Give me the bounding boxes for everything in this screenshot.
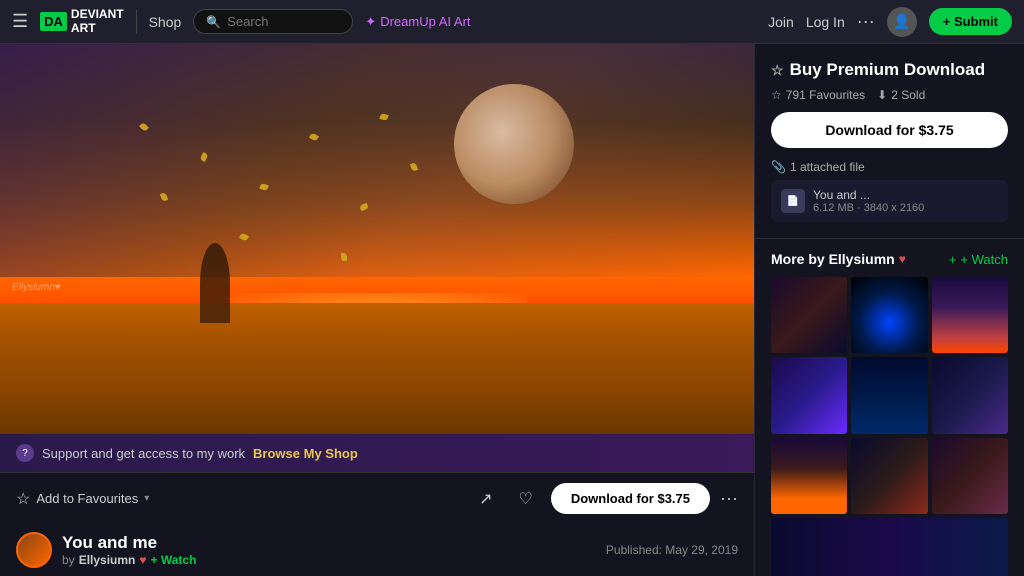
more-options-icon[interactable]: ··· xyxy=(857,11,875,32)
author-subtitle: by Ellysiumn ♥ + Watch xyxy=(62,553,596,567)
dropdown-arrow-icon: ▾ xyxy=(144,493,149,504)
logo[interactable]: DA DEVIANT ART xyxy=(40,8,123,34)
thumbnail-6[interactable] xyxy=(932,357,1008,433)
more-by-section: More by Ellysiumn ♥ + + Watch xyxy=(755,239,1024,576)
fav-info: ☆ 791 Favourites ⬇ 2 Sold xyxy=(771,88,1008,102)
favourites-count: ☆ 791 Favourites xyxy=(771,88,865,102)
attached-label: 📎 1 attached file xyxy=(771,160,1008,174)
download-button[interactable]: Download for $3.75 xyxy=(551,483,710,514)
author-name[interactable]: Ellysiumn xyxy=(79,553,136,567)
browse-my-shop-link[interactable]: Browse My Shop xyxy=(253,446,358,461)
thumbnail-5[interactable] xyxy=(851,357,927,433)
login-button[interactable]: Log In xyxy=(806,14,845,30)
artwork-title: You and me xyxy=(62,533,596,553)
watermark: Ellysiumn♥ xyxy=(12,282,61,293)
dreamup-link[interactable]: ✦ DreamUp AI Art xyxy=(365,14,470,30)
plus-icon: + xyxy=(949,252,957,267)
published-info: Published: May 29, 2019 xyxy=(606,543,738,557)
file-meta: 6.12 MB · 3840 x 2160 xyxy=(813,202,924,214)
attached-file[interactable]: 📄 You and ... 6.12 MB · 3840 x 2160 xyxy=(771,180,1008,222)
dreamup-icon: ✦ xyxy=(365,14,376,30)
star-outline-icon: ☆ xyxy=(771,62,784,79)
heart-icon-button[interactable]: ♡ xyxy=(510,485,540,513)
action-bar: ☆ Add to Favourites ▾ ↗ ♡ Download for $… xyxy=(0,472,754,524)
ground-flowers xyxy=(0,303,754,433)
hamburger-icon[interactable]: ☰ xyxy=(12,11,28,32)
file-info: You and ... 6.12 MB · 3840 x 2160 xyxy=(813,188,924,214)
paperclip-icon: 📎 xyxy=(771,160,786,174)
author-row: You and me by Ellysiumn ♥ + Watch Publis… xyxy=(0,524,754,576)
more-by-header: More by Ellysiumn ♥ + + Watch xyxy=(771,251,1008,267)
file-icon: 📄 xyxy=(781,189,805,213)
left-content: Ellysiumn♥ ? Support and get access to m… xyxy=(0,44,754,576)
leaves xyxy=(60,104,554,304)
search-bar[interactable]: 🔍 xyxy=(193,9,353,34)
nav-divider xyxy=(136,10,137,34)
support-banner: ? Support and get access to my work Brow… xyxy=(0,433,754,472)
buy-premium-section: ☆ Buy Premium Download ☆ 791 Favourites … xyxy=(755,44,1024,239)
navbar: ☰ DA DEVIANT ART Shop 🔍 ✦ DreamUp AI Art… xyxy=(0,0,1024,44)
more-section-bottom xyxy=(771,518,1008,576)
add-favourites-button[interactable]: ☆ Add to Favourites ▾ xyxy=(16,489,149,509)
file-name: You and ... xyxy=(813,188,924,202)
thumbnail-7[interactable] xyxy=(771,438,847,514)
submit-button[interactable]: + Submit xyxy=(929,8,1012,35)
author-avatar xyxy=(16,532,52,568)
search-icon: 🔍 xyxy=(206,15,221,29)
main-layout: Ellysiumn♥ ? Support and get access to m… xyxy=(0,44,1024,576)
shop-link[interactable]: Shop xyxy=(149,14,182,30)
search-input[interactable] xyxy=(227,14,340,29)
thumbnail-grid xyxy=(771,277,1008,514)
logo-text: DEVIANT ART xyxy=(71,8,124,34)
support-icon: ? xyxy=(16,444,34,462)
by-label: by xyxy=(62,553,75,567)
sold-count: ⬇ 2 Sold xyxy=(877,88,925,102)
share-icon-button[interactable]: ↗ xyxy=(471,485,500,513)
download-premium-button[interactable]: Download for $3.75 xyxy=(771,112,1008,148)
thumbnail-2[interactable] xyxy=(851,277,927,353)
logo-icon: DA xyxy=(40,12,67,31)
support-text: Support and get access to my work xyxy=(42,446,245,461)
thumbnail-8[interactable] xyxy=(851,438,927,514)
join-button[interactable]: Join xyxy=(768,14,794,30)
right-panel: ☆ Buy Premium Download ☆ 791 Favourites … xyxy=(754,44,1024,576)
thumbnail-10[interactable] xyxy=(771,518,1008,576)
more-by-heart-icon: ♥ xyxy=(899,252,906,266)
thumbnail-3[interactable] xyxy=(932,277,1008,353)
download-icon: ⬇ xyxy=(877,88,887,102)
avatar[interactable]: 👤 xyxy=(887,7,917,37)
fav-star-icon: ☆ xyxy=(771,88,782,102)
author-info: You and me by Ellysiumn ♥ + Watch xyxy=(62,533,596,567)
star-icon: ☆ xyxy=(16,489,30,509)
more-by-title: More by Ellysiumn ♥ xyxy=(771,251,906,267)
buy-premium-title: ☆ Buy Premium Download xyxy=(771,60,1008,80)
heart-icon: ♥ xyxy=(139,553,146,567)
artwork-container: Ellysiumn♥ xyxy=(0,44,754,433)
more-by-watch-button[interactable]: + + Watch xyxy=(949,252,1008,267)
watch-link[interactable]: + Watch xyxy=(151,553,197,567)
thumbnail-1[interactable] xyxy=(771,277,847,353)
thumbnail-4[interactable] xyxy=(771,357,847,433)
thumbnail-9[interactable] xyxy=(932,438,1008,514)
more-actions-button[interactable]: ··· xyxy=(720,488,738,509)
artwork-image: Ellysiumn♥ xyxy=(0,44,754,433)
